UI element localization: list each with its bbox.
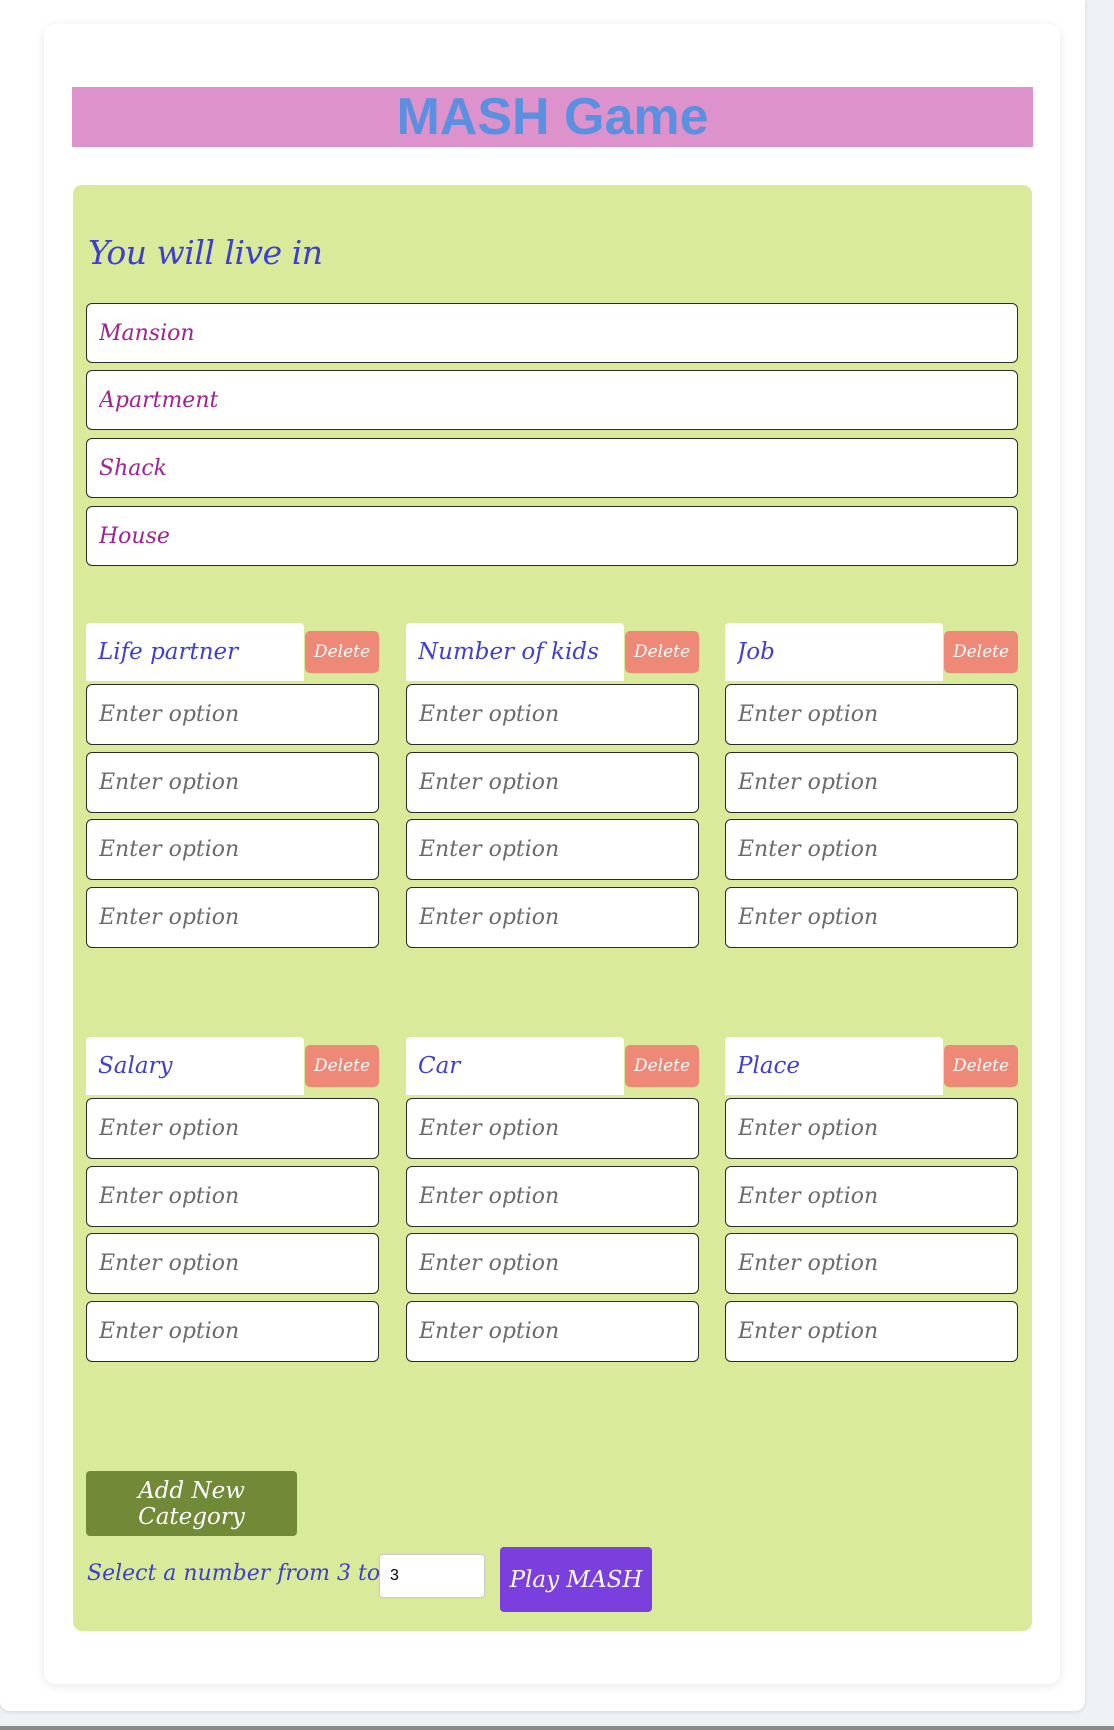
mash-form-panel: You will live in Delete Delete	[73, 185, 1032, 1631]
option-input[interactable]	[725, 1233, 1018, 1294]
game-card: MASH Game You will live in Delete Delete	[44, 24, 1060, 1684]
option-input[interactable]	[86, 819, 379, 880]
live-option-input[interactable]	[86, 370, 1018, 430]
live-heading: You will live in	[88, 233, 323, 272]
option-input[interactable]	[406, 1166, 699, 1227]
option-input[interactable]	[86, 1233, 379, 1294]
play-mash-button[interactable]: Play MASH	[500, 1547, 652, 1612]
option-input[interactable]	[86, 684, 379, 745]
option-input[interactable]	[406, 752, 699, 813]
add-category-button[interactable]: Add New Category	[86, 1471, 297, 1536]
option-input[interactable]	[406, 1098, 699, 1159]
page-frame: MASH Game You will live in Delete Delete	[0, 0, 1085, 1711]
option-input[interactable]	[725, 887, 1018, 948]
category-name-input[interactable]	[725, 1037, 943, 1095]
window-bottom-edge	[0, 1726, 1114, 1730]
option-input[interactable]	[86, 752, 379, 813]
category-name-input[interactable]	[86, 623, 304, 681]
category-name-input[interactable]	[406, 1037, 624, 1095]
option-input[interactable]	[725, 819, 1018, 880]
option-input[interactable]	[86, 1166, 379, 1227]
option-input[interactable]	[725, 1301, 1018, 1362]
delete-category-button[interactable]: Delete	[944, 631, 1018, 673]
delete-category-button[interactable]: Delete	[625, 631, 699, 673]
live-option-input[interactable]	[86, 438, 1018, 498]
option-input[interactable]	[406, 684, 699, 745]
option-input[interactable]	[406, 1233, 699, 1294]
option-input[interactable]	[86, 1301, 379, 1362]
number-input[interactable]	[379, 1554, 485, 1598]
category-name-input[interactable]	[86, 1037, 304, 1095]
option-input[interactable]	[725, 1166, 1018, 1227]
delete-category-button[interactable]: Delete	[944, 1045, 1018, 1087]
option-input[interactable]	[725, 1098, 1018, 1159]
option-input[interactable]	[406, 887, 699, 948]
category-name-input[interactable]	[406, 623, 624, 681]
page-title: MASH Game	[72, 87, 1033, 147]
live-option-input[interactable]	[86, 303, 1018, 363]
delete-category-button[interactable]: Delete	[305, 1045, 379, 1087]
option-input[interactable]	[406, 1301, 699, 1362]
option-input[interactable]	[86, 887, 379, 948]
number-select-label: Select a number from 3 to 10:	[87, 1561, 423, 1586]
option-input[interactable]	[86, 1098, 379, 1159]
category-name-input[interactable]	[725, 623, 943, 681]
live-option-input[interactable]	[86, 506, 1018, 566]
option-input[interactable]	[406, 819, 699, 880]
delete-category-button[interactable]: Delete	[625, 1045, 699, 1087]
option-input[interactable]	[725, 752, 1018, 813]
option-input[interactable]	[725, 684, 1018, 745]
delete-category-button[interactable]: Delete	[305, 631, 379, 673]
